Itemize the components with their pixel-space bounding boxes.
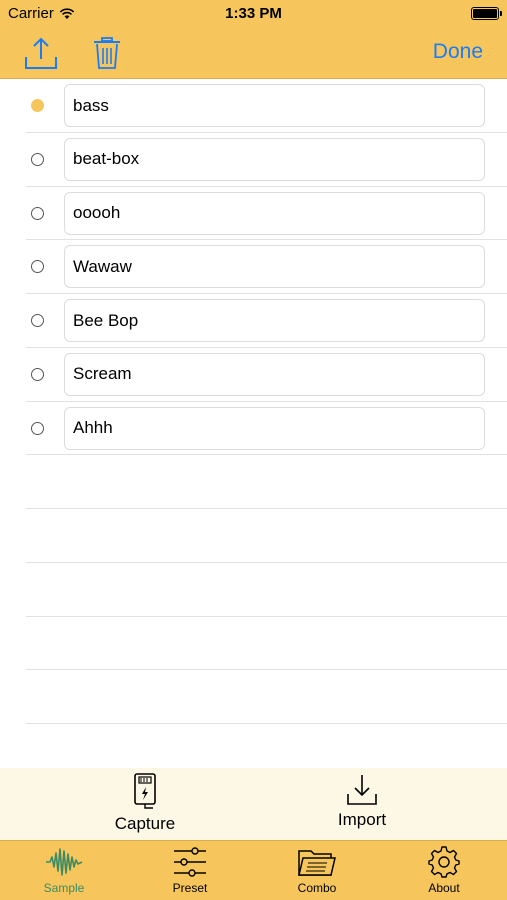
radio-selected-icon[interactable]	[31, 99, 44, 112]
trash-icon	[94, 37, 120, 69]
list-item[interactable]: beat-box	[26, 133, 507, 187]
radio-icon[interactable]	[31, 421, 44, 435]
battery-icon	[471, 7, 502, 20]
tab-preset[interactable]: Preset	[140, 845, 240, 895]
empty-row	[26, 455, 507, 509]
tab-about[interactable]: About	[394, 845, 494, 895]
tab-label: About	[428, 881, 460, 895]
tab-sample[interactable]: Sample	[14, 845, 114, 895]
sample-list: bass beat-box ooooh Wawaw Bee Bop Scream…	[0, 79, 507, 724]
radio-icon[interactable]	[31, 260, 44, 274]
trash-button[interactable]	[88, 34, 126, 72]
sample-name-field[interactable]: ooooh	[64, 191, 485, 235]
sample-name-field[interactable]: Scream	[64, 352, 485, 396]
import-label: Import	[337, 810, 387, 829]
tab-label: Preset	[172, 881, 208, 895]
tab-label: Combo	[297, 881, 337, 895]
sample-name-field[interactable]: beat-box	[64, 137, 485, 181]
status-time: 1:33 PM	[225, 5, 282, 22]
sample-name-field[interactable]: Bee Bop	[64, 299, 485, 342]
sample-name-field[interactable]: Ahhh	[64, 406, 485, 450]
tab-bar: Sample Preset Combo About	[0, 840, 507, 900]
list-item[interactable]: Scream	[26, 348, 507, 402]
folder-icon	[298, 850, 336, 876]
tab-combo[interactable]: Combo	[267, 845, 367, 895]
radio-icon[interactable]	[31, 206, 44, 220]
import-icon	[347, 775, 377, 805]
capture-icon	[134, 773, 156, 809]
tab-label: Sample	[43, 881, 85, 895]
done-button[interactable]: Done	[433, 40, 483, 64]
nav-bar: Done	[0, 28, 507, 79]
radio-icon[interactable]	[31, 314, 44, 327]
empty-row	[26, 563, 507, 617]
capture-label: Capture	[114, 814, 176, 833]
list-item[interactable]: Ahhh	[26, 402, 507, 456]
status-bar: Carrier 1:33 PM	[0, 0, 507, 28]
empty-row	[26, 617, 507, 671]
share-icon	[25, 37, 57, 69]
waveform-icon	[46, 848, 83, 876]
sample-name-field[interactable]: bass	[64, 84, 485, 127]
list-item[interactable]: bass	[26, 79, 507, 133]
list-item[interactable]: ooooh	[26, 187, 507, 241]
radio-icon[interactable]	[31, 152, 44, 166]
list-item[interactable]: Bee Bop	[26, 294, 507, 348]
gear-icon	[428, 846, 460, 878]
sample-name-field[interactable]: Wawaw	[64, 245, 485, 289]
sliders-icon	[174, 847, 206, 877]
list-item[interactable]: Wawaw	[26, 240, 507, 294]
action-bar: Capture Import	[0, 768, 507, 840]
empty-row	[26, 509, 507, 563]
radio-icon[interactable]	[31, 367, 44, 381]
empty-row	[26, 670, 507, 724]
import-button[interactable]: Import	[302, 772, 422, 830]
capture-button[interactable]: Capture	[85, 772, 205, 834]
share-button[interactable]	[22, 34, 60, 72]
